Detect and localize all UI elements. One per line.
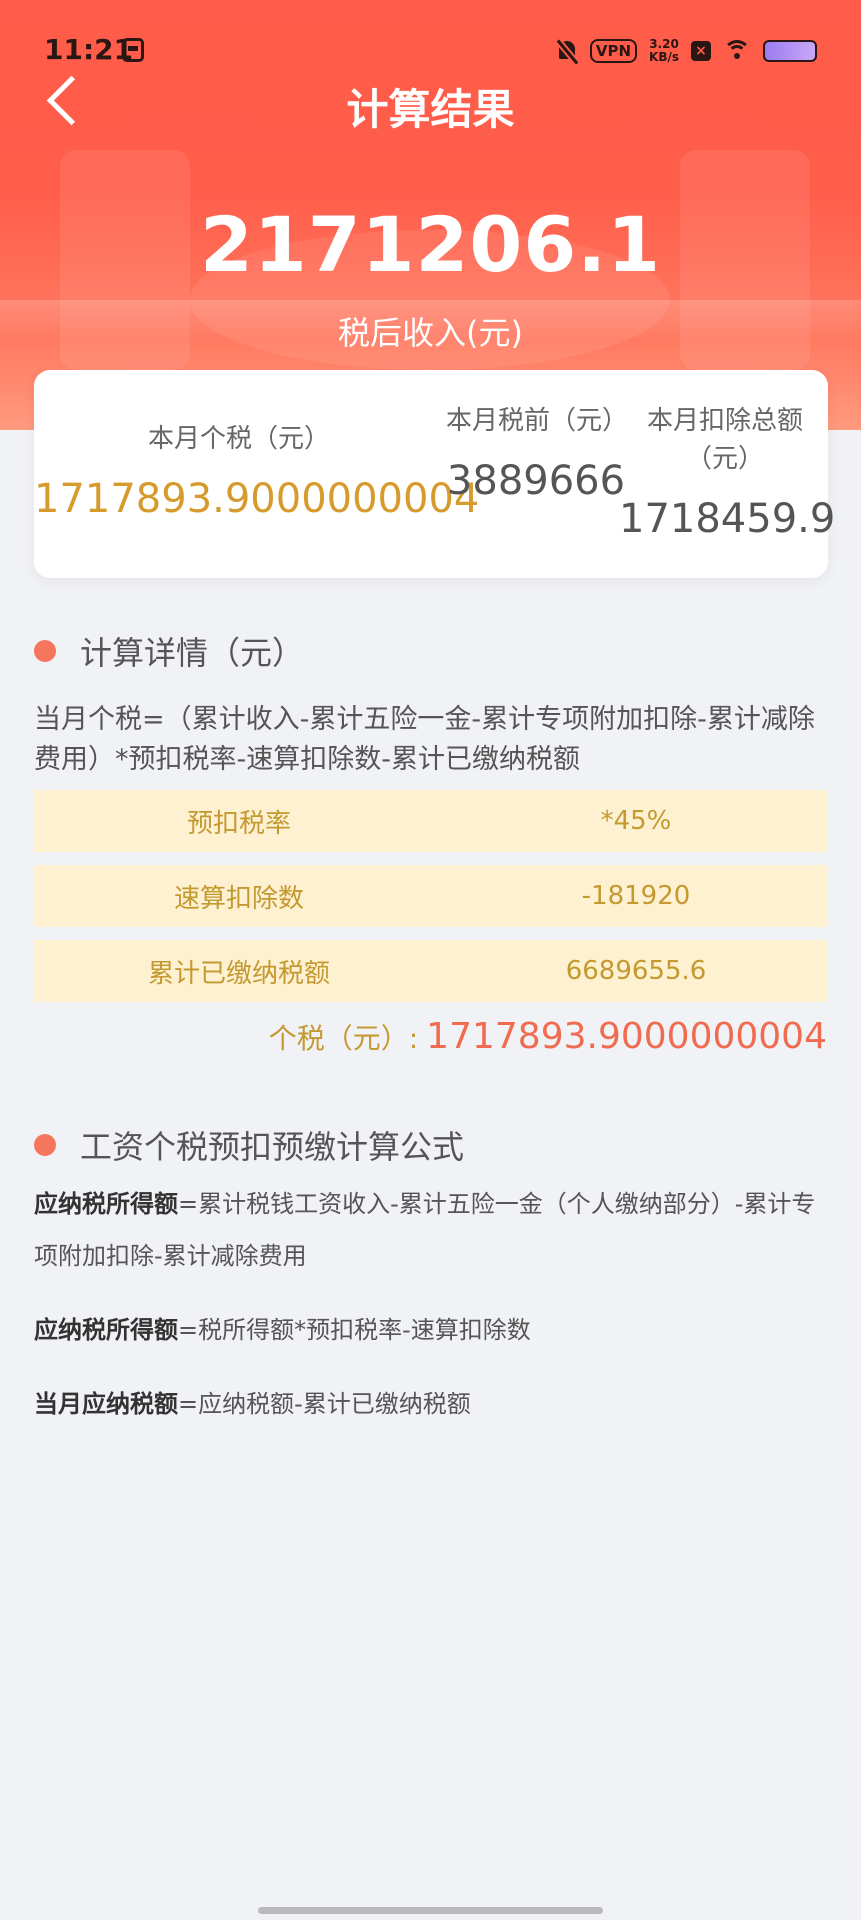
- monthly-pretax-column: 本月税前（元） 3889666: [446, 402, 629, 506]
- wifi-icon: [723, 40, 751, 62]
- net-income-value: 2171206.1: [200, 200, 661, 289]
- rule-desc: =税所得额*预扣税率-速算扣除数: [178, 1316, 531, 1344]
- table-row: 累计已缴纳税额 6689655.6: [34, 940, 828, 1002]
- details-section-title: 计算详情（元）: [80, 634, 305, 672]
- monthly-deduction-column: 本月扣除总额（元） 1718459.9: [619, 402, 836, 544]
- battery-icon: [763, 40, 817, 62]
- tax-total: 个税（元）: 1717893.9000000004: [269, 1016, 827, 1057]
- monthly-pretax-label: 本月税前（元）: [446, 406, 629, 436]
- rule-term: 当月应纳税额: [34, 1390, 178, 1418]
- row-label: 速算扣除数: [173, 883, 304, 914]
- page-title: 计算结果: [346, 85, 515, 134]
- net-income-label: 税后收入(元): [338, 314, 523, 352]
- bullet-dot-icon: [34, 640, 56, 662]
- rules-section-title: 工资个税预扣预缴计算公式: [80, 1128, 465, 1166]
- row-label: 累计已缴纳税额: [147, 958, 330, 989]
- calendar-icon: [122, 38, 144, 62]
- monthly-pretax-value: 3889666: [446, 458, 626, 504]
- tax-total-label: 个税（元）:: [268, 1022, 419, 1055]
- row-value: -181920: [581, 881, 691, 911]
- details-section-header: 计算详情（元）: [34, 628, 304, 674]
- row-value: *45%: [600, 806, 672, 836]
- monthly-tax-label: 本月个税（元）: [147, 424, 330, 454]
- rules-section-header: 工资个税预扣预缴计算公式: [34, 1122, 464, 1168]
- page: 11:21 VPN 3.20 KB/s × 计算结果 2171206.1 税后收…: [0, 0, 861, 1920]
- row-label: 预扣税率: [186, 808, 291, 839]
- monthly-tax-value: 1717893.9000000004: [34, 476, 480, 522]
- row-value: 6689655.6: [565, 956, 707, 986]
- rules-list: 应纳税所得额=累计税钱工资收入-累计五险一金（个人缴纳部分）-累计专项附加扣除-…: [34, 1178, 834, 1452]
- close-box-icon: ×: [691, 41, 711, 61]
- rule-item: 当月应纳税额=应纳税额-累计已缴纳税额: [34, 1378, 834, 1430]
- summary-card: 本月个税（元） 1717893.9000000004 本月税前（元） 38896…: [34, 370, 836, 578]
- tax-formula: 当月个税=（累计收入-累计五险一金-累计专项附加扣除-累计减除费用）*预扣税率-…: [34, 704, 815, 775]
- home-indicator[interactable]: [258, 1907, 603, 1914]
- rule-item: 应纳税所得额=累计税钱工资收入-累计五险一金（个人缴纳部分）-累计专项附加扣除-…: [34, 1178, 834, 1282]
- monthly-deduction-value: 1718459.9: [619, 496, 836, 542]
- detail-table: 预扣税率 *45% 速算扣除数 -181920 累计已缴纳税额 6689655.…: [34, 790, 828, 1015]
- monthly-deduction-label: 本月扣除总额（元）: [646, 406, 803, 474]
- nav-bar: 计算结果: [0, 60, 861, 140]
- table-row: 速算扣除数 -181920: [34, 865, 828, 927]
- table-row: 预扣税率 *45%: [34, 790, 828, 852]
- bullet-dot-icon: [34, 1134, 56, 1156]
- tax-total-value: 1717893.9000000004: [426, 1016, 827, 1057]
- monthly-tax-column: 本月个税（元） 1717893.9000000004: [34, 420, 480, 524]
- rule-desc: =应纳税额-累计已缴纳税额: [178, 1390, 471, 1418]
- rule-item: 应纳税所得额=税所得额*预扣税率-速算扣除数: [34, 1304, 834, 1356]
- rule-term: 应纳税所得额: [34, 1316, 178, 1344]
- rule-term: 应纳税所得额: [34, 1190, 178, 1218]
